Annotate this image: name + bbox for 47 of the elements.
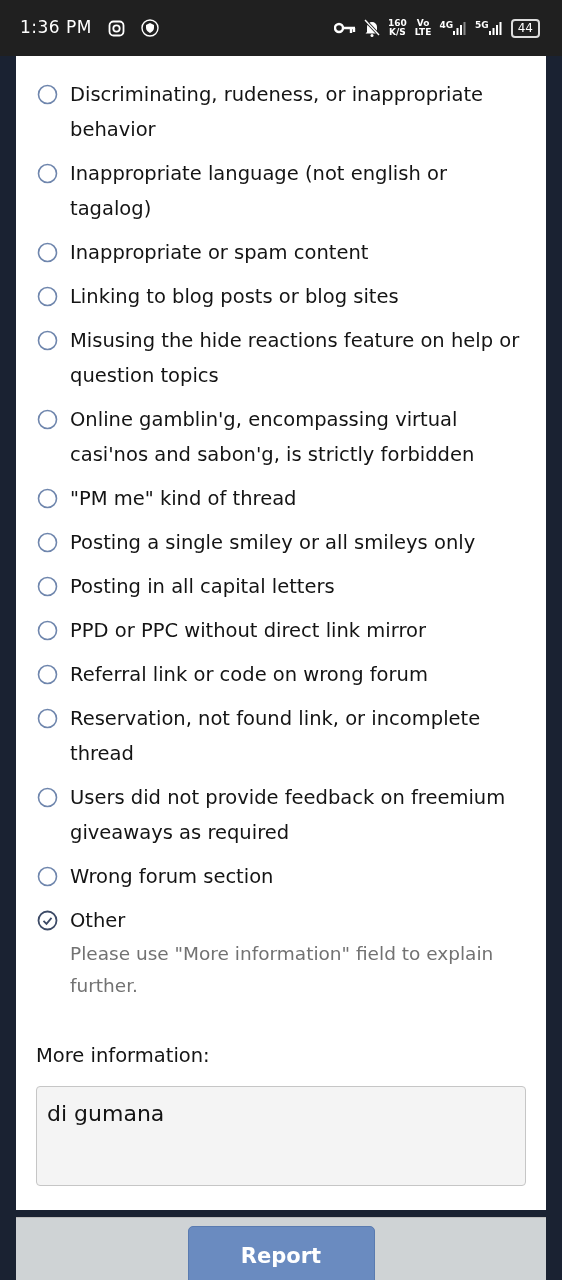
option-label[interactable]: Users did not provide feedback on freemium giveaways as required [70, 780, 526, 850]
radio-button[interactable] [37, 286, 58, 307]
radio-button[interactable] [37, 664, 58, 685]
option-hint: Please use "More information" field to explain further. [70, 942, 495, 998]
radio-checked[interactable] [37, 910, 58, 931]
option-label[interactable]: Other [70, 903, 526, 938]
key-icon [334, 21, 357, 35]
field-label: More information: [36, 1043, 211, 1069]
radio-button[interactable] [37, 163, 58, 184]
radio-button[interactable] [37, 330, 58, 351]
input-field[interactable]: di gumana [36, 1086, 526, 1187]
option-label[interactable]: PPD or PPC without direct link mirror [70, 613, 426, 648]
shield-icon [141, 19, 159, 37]
option-label[interactable]: Inappropriate language (not english or tagalog) [70, 156, 526, 226]
option-label[interactable]: Linking to blog posts or blog sites [70, 279, 399, 314]
volte-label: LTE [414, 28, 432, 37]
radio-button[interactable] [37, 242, 58, 263]
radio-button[interactable] [37, 620, 58, 641]
speed-value: 160 [388, 19, 407, 28]
radio-button[interactable] [37, 488, 58, 509]
signal-icon [488, 21, 503, 35]
option-label[interactable]: Wrong forum section [70, 859, 274, 894]
radio-button[interactable] [37, 787, 58, 808]
option-label[interactable]: Reservation, not found link, or incomplete thread [70, 701, 526, 771]
option-label[interactable]: Inappropriate or spam content [70, 235, 369, 270]
radio-button[interactable] [37, 576, 58, 597]
network-label: 4G [439, 21, 454, 30]
volte-label: Vo [415, 19, 431, 28]
network-label: 5G [475, 21, 489, 30]
radio-button[interactable] [37, 532, 58, 553]
option-label[interactable]: Posting a single smiley or all smileys only [70, 525, 476, 560]
option-label[interactable]: Posting in all capital letters [70, 569, 335, 604]
option-label[interactable]: Referral link or code on wrong forum [70, 657, 428, 692]
status-time: 1:36 PM [20, 16, 92, 40]
option-label[interactable]: "PM me" kind of thread [70, 481, 297, 516]
option-label[interactable]: Online gamblin'g, encompassing virtual casi'nos and sabon'g, is strictly forbidden [70, 402, 526, 472]
radio-button[interactable] [37, 84, 58, 105]
camera-icon [108, 19, 125, 37]
option-label[interactable]: Misusing the hide reactions feature on help or question topics [70, 323, 526, 393]
signal-icon [453, 21, 468, 35]
bell-muted-icon [364, 19, 381, 37]
battery-icon: 44 [510, 18, 540, 38]
option-label[interactable]: Discriminating, rudeness, or inappropriate behavior [70, 77, 526, 147]
radio-button[interactable] [37, 866, 58, 887]
speed-unit: K/S [388, 28, 407, 37]
radio-button[interactable] [37, 409, 58, 430]
radio-button[interactable] [37, 708, 58, 729]
